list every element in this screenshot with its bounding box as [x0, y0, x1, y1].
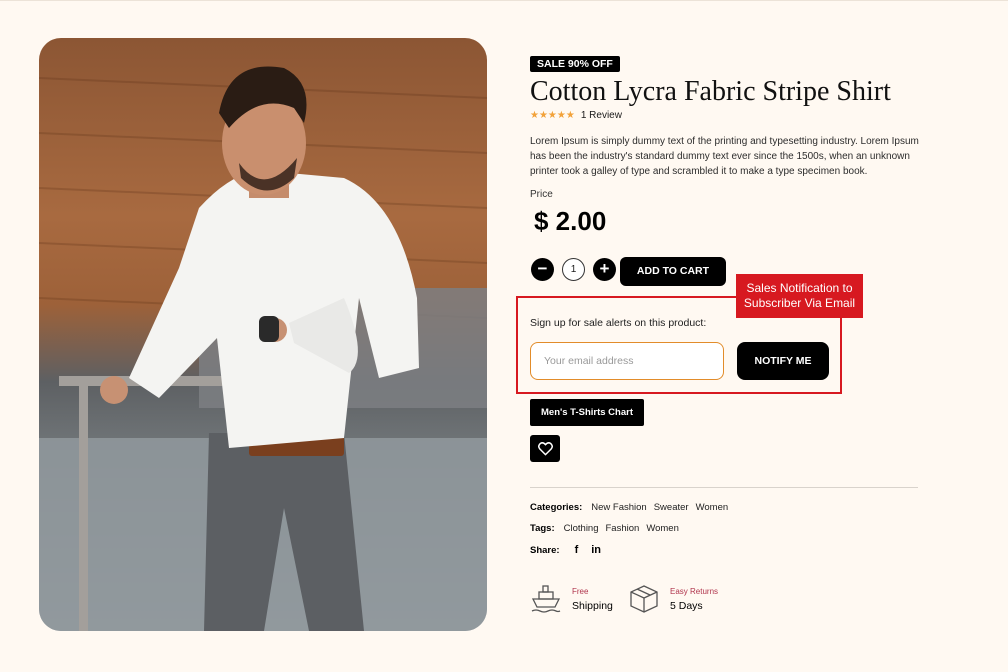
wishlist-button[interactable] — [530, 435, 560, 462]
linkedin-icon[interactable]: in — [591, 544, 601, 556]
rating[interactable]: ★★★★★ 1 Review — [530, 110, 622, 121]
share-label: Share: — [530, 544, 560, 556]
free-shipping-feature: Free Shipping — [530, 584, 613, 614]
quantity-decrease-button[interactable]: − — [531, 258, 554, 281]
product-description: Lorem Ipsum is simply dummy text of the … — [530, 136, 919, 177]
notify-me-button[interactable]: NOTIFY ME — [737, 342, 829, 380]
ship-icon — [531, 585, 561, 613]
box-icon — [630, 585, 658, 613]
tag-link[interactable]: Clothing — [564, 523, 599, 534]
sale-notification-callout: Sales Notification to Subscriber Via Ema… — [736, 274, 863, 318]
price-label: Price — [530, 189, 553, 200]
plus-icon: + — [599, 259, 610, 278]
product-title: Cotton Lycra Fabric Stripe Shirt — [530, 76, 891, 107]
easy-returns-feature: Easy Returns 5 Days — [628, 584, 718, 614]
callout-line-2: Subscriber Via Email — [743, 296, 856, 310]
sale-alert-prompt: Sign up for sale alerts on this product: — [530, 317, 707, 329]
tags-label: Tags: — [530, 523, 555, 534]
minus-icon: − — [537, 259, 548, 278]
price-value: $ 2.00 — [534, 206, 607, 236]
sale-badge: SALE 90% OFF — [530, 56, 620, 72]
heart-icon — [537, 441, 553, 456]
category-link[interactable]: Women — [696, 502, 729, 513]
rating-stars-icon: ★★★★★ — [530, 110, 575, 121]
top-border — [0, 0, 1008, 1]
model-photo — [39, 66, 487, 631]
category-link[interactable]: New Fashion — [591, 502, 646, 513]
callout-line-1: Sales Notification to — [746, 281, 853, 295]
tags-row: Tags: Clothing Fashion Women — [530, 523, 679, 534]
facebook-icon[interactable]: f — [575, 544, 579, 556]
feature-small-text: Free — [572, 586, 589, 596]
feature-small-text: Easy Returns — [670, 586, 719, 596]
feature-big-text: Shipping — [572, 599, 613, 612]
feature-big-text: 5 Days — [670, 599, 703, 612]
quantity-value[interactable]: 1 — [562, 258, 585, 281]
tag-link[interactable]: Fashion — [606, 523, 640, 534]
tag-link[interactable]: Women — [646, 523, 679, 534]
add-to-cart-button[interactable]: ADD TO CART — [620, 257, 726, 286]
share-row: Share: f in — [530, 544, 601, 556]
meta-divider — [530, 487, 918, 488]
size-chart-button[interactable]: Men's T-Shirts Chart — [530, 399, 644, 426]
category-link[interactable]: Sweater — [654, 502, 689, 513]
quantity-increase-button[interactable]: + — [593, 258, 616, 281]
review-count[interactable]: 1 Review — [581, 110, 622, 121]
categories-label: Categories: — [530, 502, 583, 513]
email-input[interactable] — [530, 342, 724, 380]
categories-row: Categories: New Fashion Sweater Women — [530, 502, 728, 513]
product-image[interactable] — [39, 38, 487, 631]
